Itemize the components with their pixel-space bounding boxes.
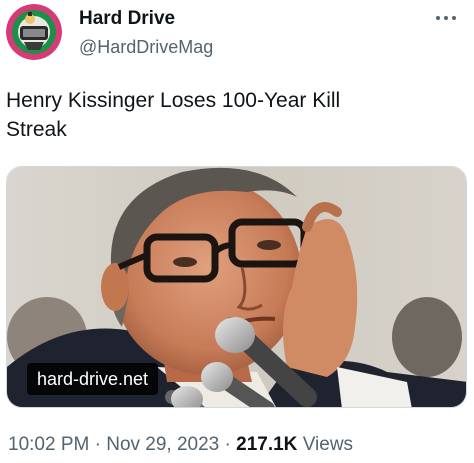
author-handle[interactable]: @HardDriveMag xyxy=(79,36,213,58)
views-count[interactable]: 217.1K xyxy=(236,434,297,455)
media-watermark: hard-drive.net xyxy=(27,363,159,395)
tweet-meta: 10:02 PM · Nov 29, 2023 · 217.1K Views xyxy=(8,433,353,457)
meta-separator: · xyxy=(89,434,107,455)
tweet-text-line-1: Henry Kissinger Loses 100-Year Kill xyxy=(6,89,341,112)
tweet-text-line-2: Streak xyxy=(6,118,67,141)
tweet-date[interactable]: Nov 29, 2023 xyxy=(106,434,219,455)
author-avatar[interactable] xyxy=(6,4,62,60)
tweet-media-image[interactable]: hard-drive.net xyxy=(6,166,467,408)
hard-drive-logo-icon xyxy=(6,4,62,60)
tweet-card: Hard Drive @HardDriveMag Henry Kissinger… xyxy=(0,0,474,463)
more-options-icon[interactable] xyxy=(432,6,460,30)
tweet-time[interactable]: 10:02 PM xyxy=(8,434,89,455)
views-label: Views xyxy=(297,434,354,455)
tweet-text: Henry Kissinger Loses 100-Year Kill Stre… xyxy=(6,86,426,144)
author-name[interactable]: Hard Drive xyxy=(79,8,175,30)
meta-separator: · xyxy=(219,434,237,455)
